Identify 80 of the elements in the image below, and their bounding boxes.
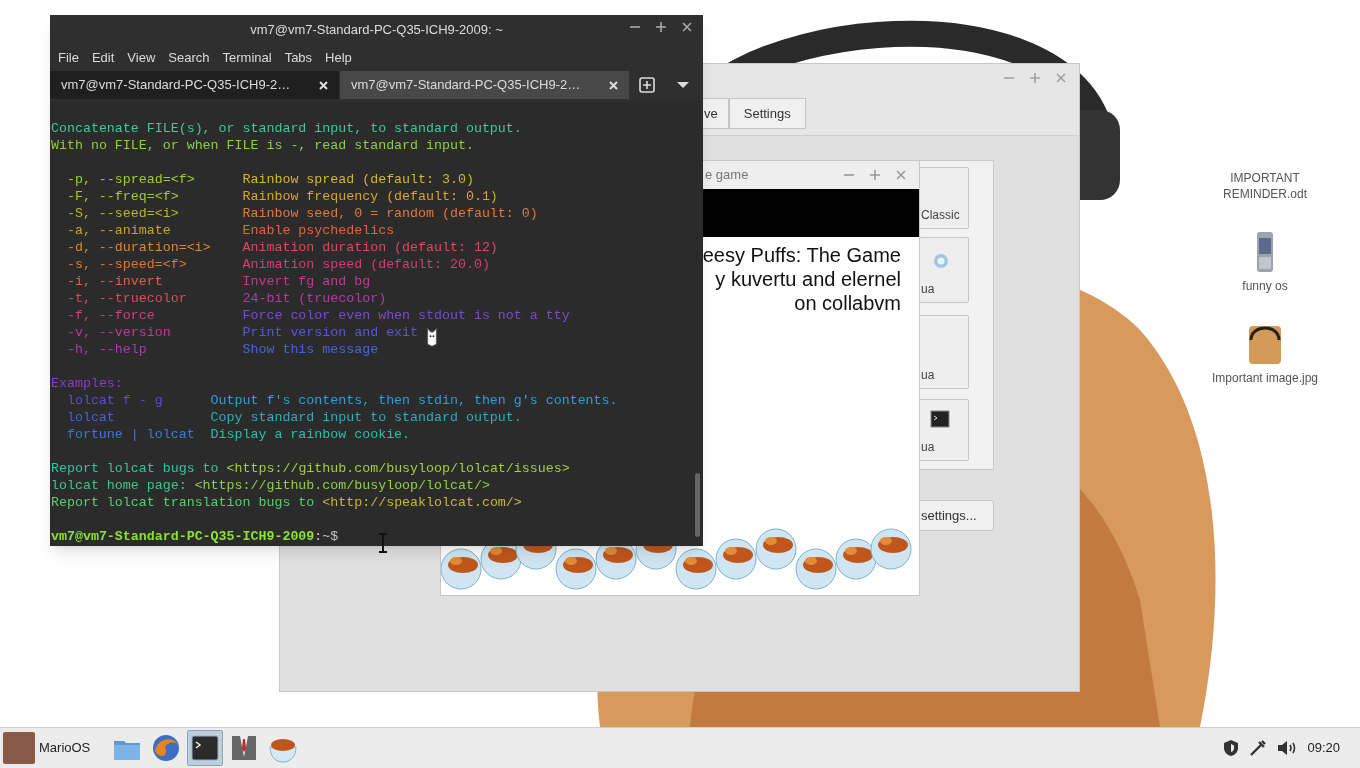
menu-item[interactable]: Terminal: [216, 48, 278, 68]
cat-cursor-icon: [426, 327, 438, 347]
terminal-text: fortune | lolcat: [65, 426, 196, 443]
terminal-icon: [930, 410, 950, 428]
terminal-text: Print version and exit: [242, 324, 419, 341]
menu-item[interactable]: Search: [162, 48, 216, 68]
terminal-text: 24-bit (truecolor): [242, 290, 387, 307]
window-title: e game: [705, 166, 750, 185]
terminal-text: Enable psychedelics: [242, 222, 395, 239]
menu-item[interactable]: Help: [319, 48, 358, 68]
terminal-text: -h, --help: [65, 341, 148, 358]
menu-item[interactable]: View: [121, 48, 162, 68]
heading-text: on collabvm: [794, 291, 901, 315]
terminal-prompt: vm7@vm7-Standard-PC-Q35-ICH9-2009: [51, 528, 315, 545]
terminal-text: <http://speaklolcat.com/>: [322, 494, 522, 511]
terminal-text: -p, --spread=<f>: [65, 171, 196, 188]
clock[interactable]: 09:20: [1307, 738, 1340, 758]
terminal-text: -F, --freq=<f>: [65, 188, 180, 205]
globe-icon: [151, 733, 182, 763]
terminal-text: Rainbow frequency (default: 0.1): [242, 188, 498, 205]
menu-item[interactable]: Edit: [85, 48, 121, 68]
terminal-tab[interactable]: vm7@vm7-Standard-PC-Q35-ICH9-2…: [50, 71, 339, 99]
terminal-text: Concatenate FILE(s), or standard input, to standard output.: [51, 120, 522, 137]
heading-text: eesy Puffs: The Game: [702, 243, 901, 267]
terminal-text: -i, --invert: [65, 273, 164, 290]
terminal-text: Report lolcat translation bugs to: [51, 494, 316, 511]
terminal-text: lolcat f - g: [65, 392, 164, 409]
terminal-text: Output f's contents, then stdin, then g's contents.: [210, 392, 618, 409]
settings-button[interactable]: settings...: [918, 500, 994, 531]
menu-item[interactable]: Tabs: [278, 48, 319, 68]
terminal-text: Animation duration (default: 12): [242, 239, 498, 256]
plus-icon: [639, 77, 655, 93]
shield-icon[interactable]: [1223, 739, 1240, 757]
theme-option[interactable]: ua: [919, 237, 969, 303]
terminal-text: <https://github.com/busyloop/lolcat/>: [194, 477, 490, 494]
terminal-text: -s, --speed=<f>: [65, 256, 188, 273]
launcher-button[interactable]: [187, 730, 224, 766]
theme-option[interactable]: ua: [919, 399, 969, 461]
text-cursor-icon: [377, 533, 389, 553]
theme-option[interactable]: ua: [919, 315, 969, 389]
desktop-icon-label[interactable]: Important image.jpg: [1210, 370, 1320, 386]
terminal-text: Rainbow spread (default: 3.0): [242, 171, 474, 188]
menu-item[interactable]: File: [52, 48, 85, 68]
terminal-text: <https://github.com/busyloop/lolcat/issues>: [226, 460, 570, 477]
terminal-text: -v, --version: [65, 324, 172, 341]
toolbar-button[interactable]: ve: [701, 98, 729, 129]
radio-icon: [932, 252, 950, 270]
terminal-text: Copy standard input to standard output.: [210, 409, 522, 426]
scrollbar[interactable]: [693, 101, 703, 546]
terminal-text: Display a rainbow cookie.: [210, 426, 411, 443]
terminal-text: -a, --animate: [65, 222, 172, 239]
terminal-prompt: :~$: [314, 528, 339, 545]
window-title: vm7@vm7-Standard-PC-Q35-ICH9-2009: ~: [250, 21, 503, 40]
desktop-icon-label[interactable]: funny os: [1210, 278, 1320, 294]
close-icon[interactable]: [681, 21, 693, 33]
terminal-text: -f, --force: [65, 307, 156, 324]
avatar-placeholder: [3, 732, 35, 764]
desktop-icon-label[interactable]: IMPORTANT REMINDER.odt: [1210, 170, 1320, 202]
menu-button[interactable]: MarioOS: [0, 728, 94, 768]
terminal-text: With no FILE, or when FILE is -, read standard input.: [51, 137, 474, 154]
terminal-text: lolcat home page:: [51, 477, 188, 494]
theme-option[interactable]: Classic: [919, 167, 969, 229]
terminal-icon: [190, 733, 221, 763]
maximize-icon[interactable]: [655, 21, 667, 33]
heading-text: y kuvertu and elernel: [715, 267, 901, 291]
terminal-text: Show this message: [242, 341, 379, 358]
terminal-text: Animation speed (default: 20.0): [242, 256, 490, 273]
terminal-text: -d, --duration=<i>: [65, 239, 212, 256]
toolbar-button[interactable]: Settings: [728, 98, 806, 129]
volume-icon[interactable]: [1277, 740, 1298, 756]
terminal-tab[interactable]: vm7@vm7-Standard-PC-Q35-ICH9-2…: [340, 71, 629, 99]
terminal-text: lolcat: [65, 409, 116, 426]
terminal-text: Force color even when stdout is not a tty: [242, 307, 570, 324]
terminal-text: Examples:: [51, 375, 123, 392]
terminal-text: Report lolcat bugs to: [51, 460, 220, 477]
caret-icon: [676, 81, 690, 89]
terminal-text: Invert fg and bg: [242, 273, 371, 290]
terminal-text: -S, --seed=<i>: [65, 205, 180, 222]
terminal-text: Rainbow seed, 0 = random (default: 0): [242, 205, 538, 222]
terminal-text: -t, --truecolor: [65, 290, 188, 307]
